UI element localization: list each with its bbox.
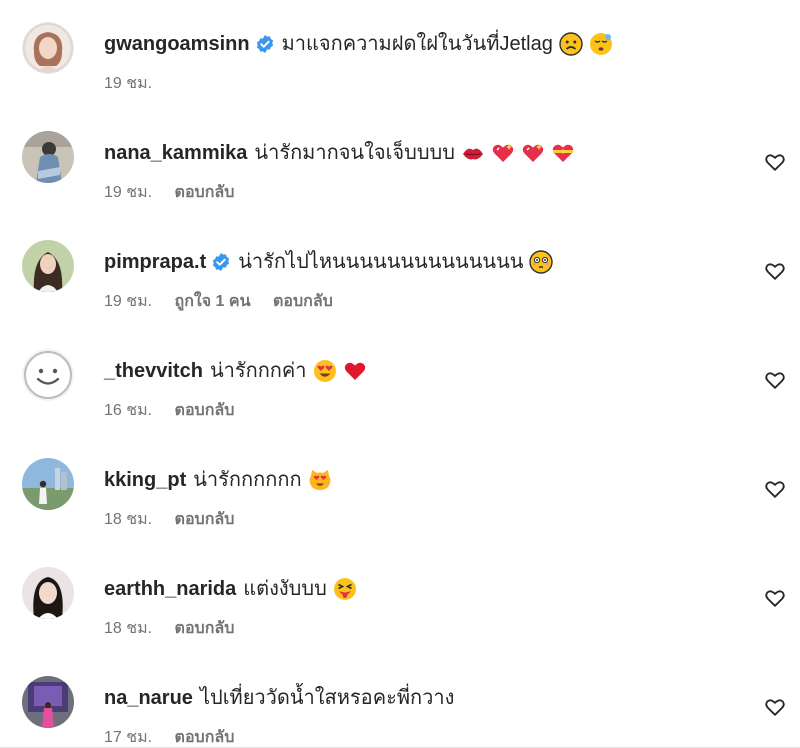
comment-item: kking_pt น่ารักกกกกก 18 ชม. ตอบกลับ — [0, 458, 800, 566]
comment-text: น่ารักมากจนใจเจ็บบบบ — [254, 142, 455, 164]
verified-badge-icon — [255, 34, 275, 54]
comment-meta: 19 ชม. ตอบกลับ — [104, 180, 252, 205]
reply-button[interactable]: ตอบกลับ — [175, 184, 235, 201]
heart-with-ribbon-emoji — [551, 141, 575, 165]
avatar[interactable] — [22, 131, 74, 183]
like-heart-icon[interactable] — [764, 151, 786, 173]
reply-button[interactable]: ตอบกลับ — [175, 402, 235, 419]
like-heart-icon[interactable] — [764, 478, 786, 500]
avatar[interactable] — [22, 22, 74, 74]
comment-time: 18 ชม. — [104, 620, 153, 637]
comment-item: gwangoamsinn มาแจกความฝดใฝในวันที่Jetlag… — [0, 22, 800, 130]
comment-meta: 16 ชม. ตอบกลับ — [104, 398, 252, 423]
avatar[interactable] — [22, 349, 74, 401]
like-heart-icon[interactable] — [764, 369, 786, 391]
lips-emoji — [461, 141, 485, 165]
username[interactable]: gwangoamsinn — [104, 31, 250, 57]
likes-count[interactable]: ถูกใจ 1 คน — [175, 293, 251, 310]
like-heart-icon[interactable] — [764, 696, 786, 718]
comment-time: 18 ชม. — [104, 511, 153, 528]
comment-text: มาแจกความฝดใฝในวันที่Jetlag — [281, 33, 553, 55]
comment-time: 19 ชม. — [104, 293, 153, 310]
sleepy-face-emoji — [589, 32, 613, 56]
red-heart-emoji — [343, 359, 367, 383]
reply-button[interactable]: ตอบกลับ — [273, 293, 333, 310]
comment-text: ไปเที่ยววัดน้ำใสหรอคะพี่กวาง — [199, 687, 455, 709]
comment-meta: 17 ชม. ตอบกลับ — [104, 725, 252, 748]
avatar[interactable] — [22, 676, 74, 728]
comment-text: น่ารักกกกกก — [193, 469, 302, 491]
username[interactable]: nana_kammika — [104, 140, 247, 166]
comment-text: น่ารักไปไหนนนนนนนนนนนนนน — [238, 251, 524, 273]
comment-item: earthh_narida แต่งงับบบ 18 ชม. ตอบกลับ — [0, 567, 800, 675]
heart-eyes-emoji — [313, 359, 337, 383]
reply-button[interactable]: ตอบกลับ — [175, 511, 235, 528]
like-heart-icon[interactable] — [764, 260, 786, 282]
comment-item: pimprapa.t น่ารักไปไหนนนนนนนนนนนนนน 19 ช… — [0, 240, 800, 348]
flushed-face-emoji — [529, 250, 554, 274]
comment-text: น่ารักกกค่า — [209, 360, 307, 382]
username[interactable]: _thevvitch — [104, 358, 203, 384]
sad-face-emoji — [559, 32, 583, 56]
avatar[interactable] — [22, 567, 74, 619]
comment-meta: 19 ชม. ถูกใจ 1 คน ตอบกลับ — [104, 289, 351, 314]
comment-meta: 18 ชม. ตอบกลับ — [104, 507, 252, 532]
reply-button[interactable]: ตอบกลับ — [175, 620, 235, 637]
comment-item: na_narue ไปเที่ยววัดน้ำใสหรอคะพี่กวาง 17… — [0, 676, 800, 748]
comment-time: 19 ชม. — [104, 184, 153, 201]
comment-text: แต่งงับบบ — [243, 578, 327, 600]
sparkling-heart-emoji — [491, 141, 515, 165]
comment-meta: 18 ชม. ตอบกลับ — [104, 616, 252, 641]
comment-meta: 19 ชม. — [104, 71, 170, 96]
username[interactable]: pimprapa.t — [104, 249, 206, 275]
heart-eyes-cat-emoji — [308, 468, 332, 492]
squinting-tongue-emoji — [333, 577, 357, 601]
comment-item: nana_kammika น่ารักมากจนใจเจ็บบบบ 19 ชม.… — [0, 131, 800, 239]
comments-panel: gwangoamsinn มาแจกความฝดใฝในวันที่Jetlag… — [0, 0, 800, 748]
avatar[interactable] — [22, 458, 74, 510]
verified-badge-icon — [211, 252, 231, 272]
reply-button[interactable]: ตอบกลับ — [175, 729, 235, 746]
username[interactable]: na_narue — [104, 685, 193, 711]
avatar[interactable] — [22, 240, 74, 292]
username[interactable]: kking_pt — [104, 467, 186, 493]
comment-time: 17 ชม. — [104, 729, 153, 746]
comment-time: 19 ชม. — [104, 75, 153, 92]
like-heart-icon[interactable] — [764, 587, 786, 609]
sparkling-heart-emoji — [521, 141, 545, 165]
username[interactable]: earthh_narida — [104, 576, 236, 602]
comment-item: _thevvitch น่ารักกกค่า 16 ชม. ตอบกลับ — [0, 349, 800, 457]
comment-time: 16 ชม. — [104, 402, 153, 419]
